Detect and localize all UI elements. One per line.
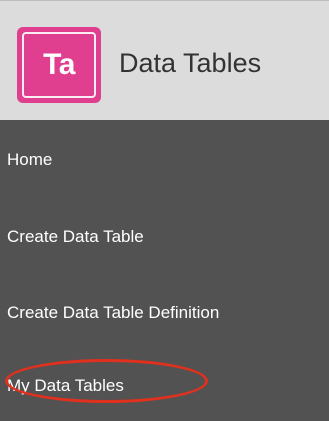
logo-text: Ta [43,48,75,81]
nav-item-create-data-table-definition[interactable]: Create Data Table Definition [7,303,219,323]
nav-item-my-data-tables[interactable]: My Data Tables [7,376,124,396]
logo-frame: Ta [22,32,96,98]
sidebar-nav: Home Create Data Table Create Data Table… [0,120,329,421]
app-header: Ta Data Tables [0,0,329,120]
data-tables-app: Ta Data Tables Home Create Data Table Cr… [0,0,329,421]
nav-item-home[interactable]: Home [7,150,52,170]
app-logo: Ta [17,27,101,103]
app-title: Data Tables [119,48,262,78]
nav-item-create-data-table[interactable]: Create Data Table [7,227,144,247]
